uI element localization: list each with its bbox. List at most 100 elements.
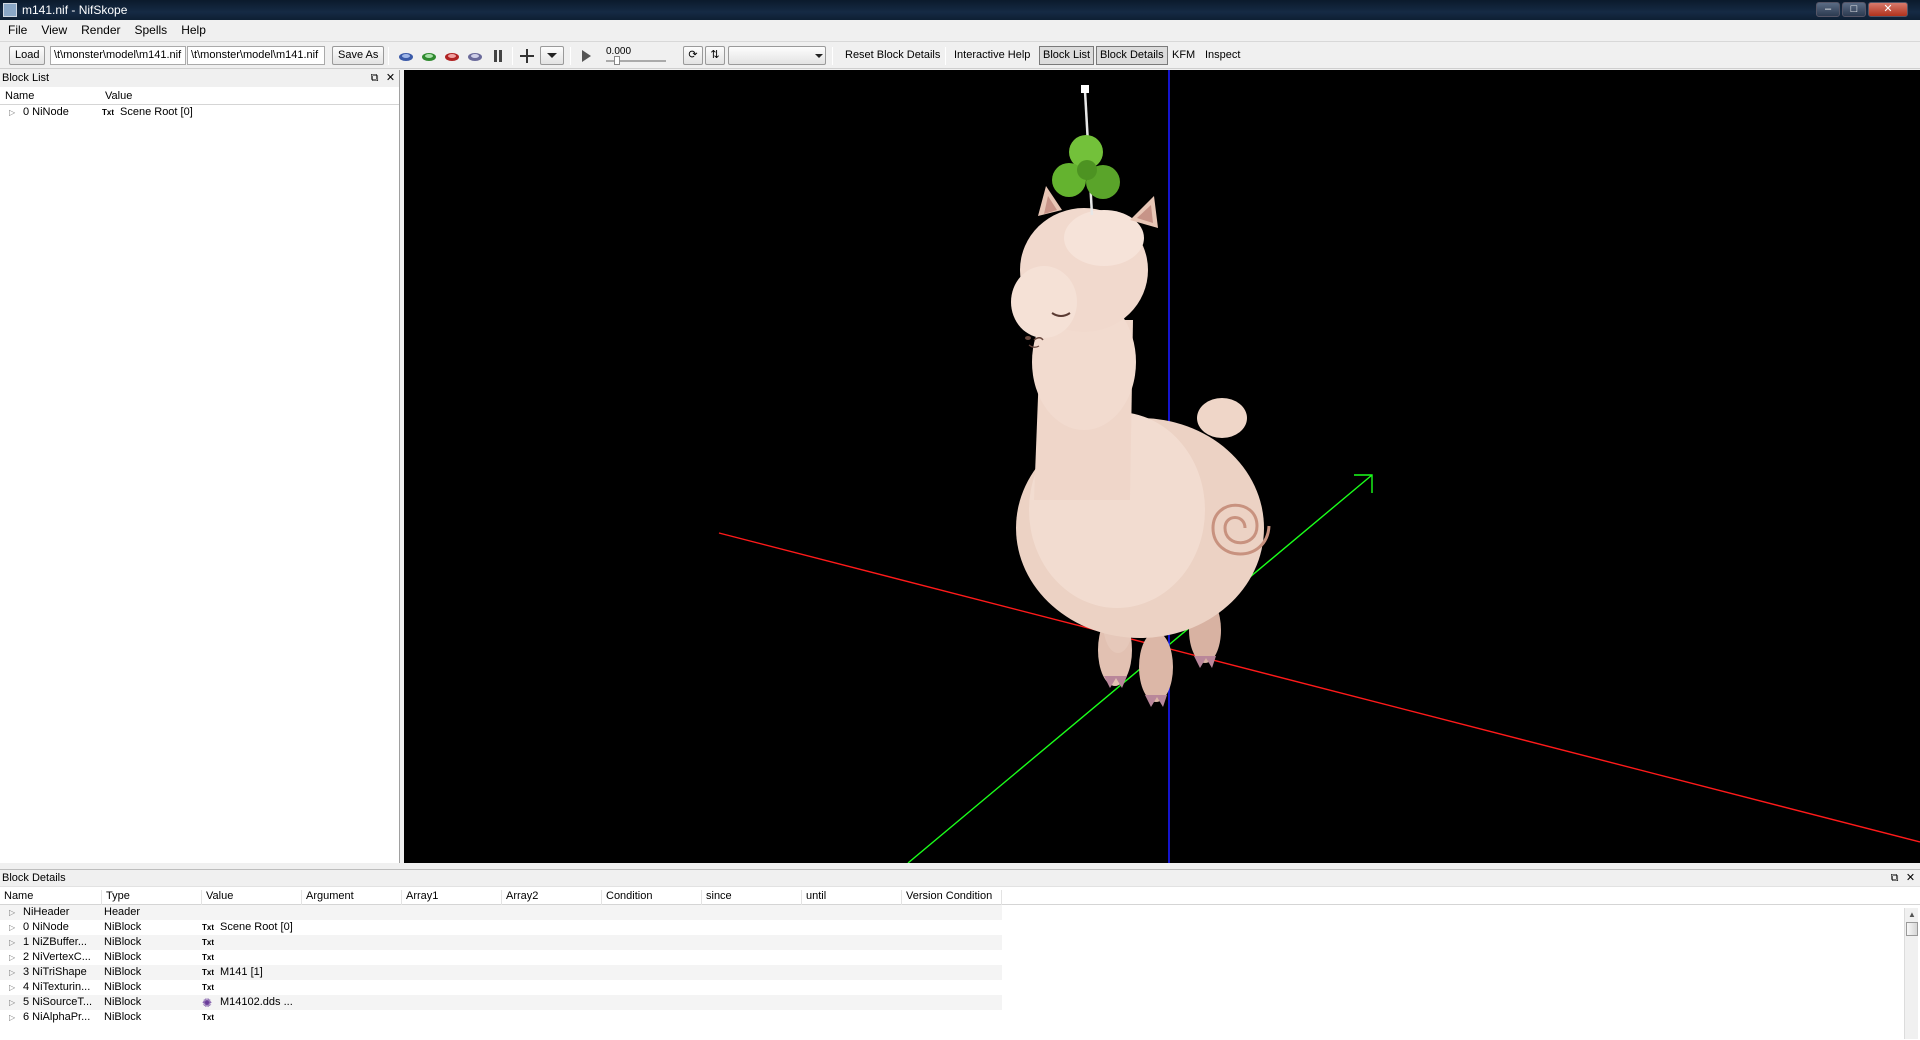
menu-bar: File View Render Spells Help — [0, 20, 1920, 42]
inspect-button[interactable]: Inspect — [1205, 49, 1240, 61]
column-array1-header[interactable]: Array1 — [401, 890, 438, 905]
load-path-field[interactable]: \t\monster\model\m141.nif — [50, 46, 186, 65]
switch-button[interactable]: ⇅ — [705, 46, 725, 65]
loop-button[interactable]: ⟳ — [683, 46, 703, 65]
render-viewport[interactable] — [404, 70, 1920, 863]
menu-file[interactable]: File — [0, 20, 34, 37]
expand-arrow-icon[interactable]: ▷ — [9, 938, 15, 947]
toolbar-separator — [832, 47, 833, 65]
scroll-up-icon[interactable]: ▲ — [1906, 908, 1918, 922]
scene-canvas[interactable] — [404, 70, 1920, 863]
close-icon[interactable]: ✕ — [384, 71, 397, 85]
txt-icon: Txt — [102, 108, 114, 117]
menu-view[interactable]: View — [34, 20, 74, 37]
expand-arrow-icon[interactable]: ▷ — [9, 908, 15, 917]
save-path-field[interactable]: \t\monster\model\m141.nif — [187, 46, 325, 65]
title-bar: m141.nif - NifSkope – □ ✕ — [0, 0, 1920, 20]
row-name: 4 NiTexturin... — [23, 981, 91, 993]
reset-block-details-button[interactable]: Reset Block Details — [845, 49, 940, 61]
dock-float-icon[interactable]: ⧉ — [368, 71, 381, 85]
texture-icon: ✺ — [202, 996, 213, 1010]
table-row[interactable]: ▷ 5 NiSourceT... NiBlock ✺ M14102.dds ..… — [0, 995, 1002, 1010]
row-name: 3 NiTriShape — [23, 966, 87, 978]
expand-arrow-icon[interactable]: ▷ — [9, 108, 15, 117]
table-row[interactable]: ▷ 2 NiVertexC... NiBlock Txt — [0, 950, 1002, 965]
close-window-button[interactable]: ✕ — [1868, 2, 1908, 17]
scrollbar-thumb[interactable] — [1906, 922, 1918, 936]
column-value-header[interactable]: Value — [201, 890, 233, 905]
view-dropdown-button[interactable] — [540, 46, 564, 65]
row-type: NiBlock — [104, 981, 142, 993]
block-list-toggle[interactable]: Block List — [1039, 46, 1095, 65]
column-since-header[interactable]: since — [701, 890, 732, 905]
table-row[interactable]: ▷ 4 NiTexturin... NiBlock Txt — [0, 980, 1002, 995]
table-row[interactable]: ▷ 3 NiTriShape NiBlock Txt M141 [1] — [0, 965, 1002, 980]
column-array2-header[interactable]: Array2 — [501, 890, 538, 905]
column-argument-header[interactable]: Argument — [301, 890, 354, 905]
row-type: NiBlock — [104, 966, 142, 978]
row-type: NiBlock — [104, 951, 142, 963]
row-name: 1 NiZBuffer... — [23, 936, 87, 948]
column-until-header[interactable]: until — [801, 890, 826, 905]
block-list-title: Block List — [2, 72, 50, 84]
column-condition-header[interactable]: Condition — [601, 890, 652, 905]
row-type: NiBlock — [104, 996, 142, 1008]
expand-arrow-icon[interactable]: ▷ — [9, 923, 15, 932]
maximize-button[interactable]: □ — [1842, 2, 1866, 17]
table-row[interactable]: ▷ 0 NiNode NiBlock Txt Scene Root [0] — [0, 920, 1002, 935]
row-value: M141 [1] — [220, 966, 263, 978]
details-scrollbar[interactable]: ▲ — [1904, 908, 1918, 1039]
axis-move-icon[interactable] — [518, 47, 536, 65]
menu-spells[interactable]: Spells — [128, 20, 175, 37]
time-slider-handle[interactable] — [614, 56, 620, 65]
block-list-title-bar: Block List ⧉ ✕ — [0, 70, 399, 87]
txt-icon: Txt — [202, 983, 214, 992]
column-name-header[interactable]: Name — [0, 890, 33, 905]
block-details-toggle[interactable]: Block Details — [1096, 46, 1168, 65]
view-side-icon[interactable] — [443, 47, 461, 65]
expand-arrow-icon[interactable]: ▷ — [9, 1013, 15, 1022]
table-row[interactable]: ▷ 1 NiZBuffer... NiBlock Txt — [0, 935, 1002, 950]
menu-help[interactable]: Help — [174, 20, 213, 37]
walk-mode-icon[interactable] — [489, 47, 507, 65]
block-list-panel: Block List ⧉ ✕ Name Value ▷ 0 NiNode Txt… — [0, 70, 400, 863]
row-value: M14102.dds ... — [220, 996, 293, 1008]
save-as-button[interactable]: Save As — [332, 46, 385, 65]
table-row[interactable]: ▷ 6 NiAlphaPr... NiBlock Txt — [0, 1010, 1002, 1025]
close-icon[interactable]: ✕ — [1904, 871, 1917, 885]
row-name: 6 NiAlphaPr... — [23, 1011, 91, 1023]
expand-arrow-icon[interactable]: ▷ — [9, 983, 15, 992]
column-value-header[interactable]: Value — [105, 90, 132, 102]
toolbar-separator — [945, 47, 946, 65]
view-user-icon[interactable] — [466, 47, 484, 65]
expand-arrow-icon[interactable]: ▷ — [9, 953, 15, 962]
animation-select[interactable] — [728, 46, 826, 65]
view-top-icon[interactable] — [397, 47, 415, 65]
expand-arrow-icon[interactable]: ▷ — [9, 968, 15, 977]
minimize-button[interactable]: – — [1816, 2, 1840, 17]
txt-icon: Txt — [202, 1013, 214, 1022]
load-button[interactable]: Load — [9, 46, 46, 65]
block-details-panel: Block Details ⧉ ✕ Name Type Value Argume… — [0, 869, 1920, 1040]
toolbar-separator — [512, 47, 513, 65]
switch-icon: ⇅ — [710, 49, 720, 61]
expand-arrow-icon[interactable]: ▷ — [9, 998, 15, 1007]
row-value: Scene Root [0] — [220, 921, 293, 933]
alpaca-model[interactable] — [1011, 85, 1271, 707]
column-name-header[interactable]: Name — [5, 90, 34, 102]
menu-render[interactable]: Render — [74, 20, 127, 37]
interactive-help-button[interactable]: Interactive Help — [954, 49, 1030, 61]
list-item[interactable]: ▷ 0 NiNode Txt Scene Root [0] — [0, 105, 399, 120]
kfm-button[interactable]: KFM — [1172, 49, 1195, 61]
column-type-header[interactable]: Type — [101, 890, 130, 905]
txt-icon: Txt — [202, 923, 214, 932]
play-icon[interactable] — [577, 47, 595, 65]
block-details-header: Name Type Value Argument Array1 Array2 C… — [0, 887, 1920, 905]
dock-float-icon[interactable]: ⧉ — [1888, 871, 1901, 885]
toolbar: Load \t\monster\model\m141.nif \t\monste… — [0, 42, 1920, 69]
view-front-icon[interactable] — [420, 47, 438, 65]
table-row[interactable]: ▷ NiHeader Header — [0, 905, 1002, 920]
row-type: Header — [104, 906, 141, 918]
column-version-condition-header[interactable]: Version Condition — [901, 890, 1002, 905]
row-name: 0 NiNode — [23, 921, 69, 933]
